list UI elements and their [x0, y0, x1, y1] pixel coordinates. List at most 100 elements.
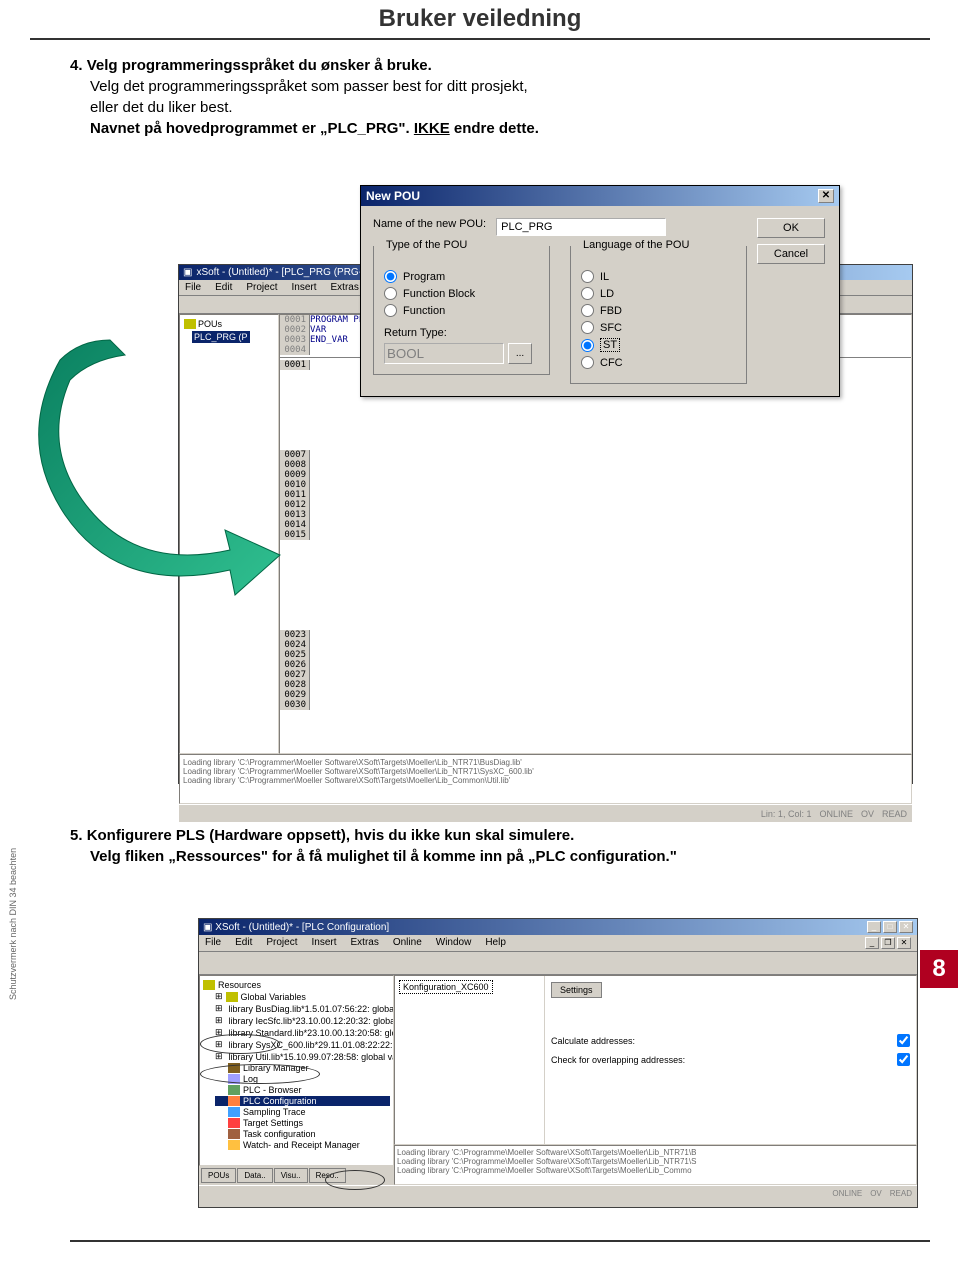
radio-fbd[interactable] [581, 304, 594, 317]
menu-project[interactable]: Project [246, 282, 277, 293]
step4-num: 4. [70, 57, 83, 74]
folder-icon [226, 992, 238, 1002]
calc-addresses-checkbox[interactable] [897, 1034, 910, 1047]
step4-line1: Velg det programmeringsspråket som passe… [90, 78, 528, 95]
step4-line3a: Navnet på hovedprogrammet er „PLC_PRG". [90, 120, 414, 137]
radio-sfc[interactable] [581, 321, 594, 334]
toolbar-btn[interactable] [286, 954, 304, 972]
radio-functionblock[interactable] [384, 287, 397, 300]
overlap-label: Check for overlapping addresses: [551, 1055, 685, 1065]
copyright-notice: Schutzvermerk nach DIN 34 beachten [8, 848, 18, 1000]
ide2-titlebar: ▣ XSoft - (Untitled)* - [PLC Configurati… [199, 919, 917, 935]
menu-extras[interactable]: Extras [331, 282, 359, 293]
ide2-log: Loading library 'C:\Programme\Moeller So… [394, 1145, 917, 1185]
ide2-status-bar: ONLINE OV READ [199, 1185, 917, 1200]
ide2-resource-tree[interactable]: Resources ⊞Global Variables ⊞library Bus… [199, 975, 394, 1166]
maximize-icon[interactable]: □ [883, 921, 897, 933]
config-root-node[interactable]: Konfiguration_XC600 [399, 980, 493, 994]
page-title: Bruker veiledning [0, 0, 960, 38]
log-icon [228, 1074, 240, 1084]
target-icon [228, 1118, 240, 1128]
toolbar-btn[interactable] [201, 954, 219, 972]
close-icon[interactable]: ✕ [899, 921, 913, 933]
step4-line2: eller det du liker best. [90, 99, 233, 116]
child-close-icon[interactable]: ✕ [897, 937, 911, 949]
ide2-toolbar[interactable] [199, 952, 917, 975]
radio-program[interactable] [384, 270, 397, 283]
menu2-insert[interactable]: Insert [311, 937, 336, 949]
return-type-browse-button: ... [508, 343, 532, 364]
menu-insert[interactable]: Insert [291, 282, 316, 293]
child-restore-icon[interactable]: ❐ [881, 937, 895, 949]
ide2-app-icon: ▣ [203, 922, 212, 933]
page-number-badge: 8 [920, 950, 958, 988]
menu2-window[interactable]: Window [436, 937, 472, 949]
toolbar-btn[interactable] [324, 954, 342, 972]
step5-text: 5. Konfigurere PLS (Hardware oppsett), h… [0, 810, 960, 872]
step5-line1: Velg fliken „Ressources" for å få muligh… [90, 848, 677, 865]
step4-line3c: endre dette. [454, 120, 539, 137]
toolbar-btn[interactable] [220, 954, 238, 972]
ide2-window: ▣ XSoft - (Untitled)* - [PLC Configurati… [198, 918, 918, 1208]
dialog-title-text: New POU [366, 189, 420, 203]
radio-ld[interactable] [581, 287, 594, 300]
ide2-config-panel: Konfiguration_XC600 Settings Calculate a… [394, 975, 917, 1145]
step4-line3b: IKKE [414, 120, 450, 137]
return-type-input [384, 343, 504, 364]
name-label: Name of the new POU: [373, 218, 486, 230]
toolbar-btn[interactable] [343, 954, 361, 972]
radio-st[interactable] [581, 339, 594, 352]
menu2-project[interactable]: Project [266, 937, 297, 949]
tab-resources[interactable]: Reso.. [309, 1168, 346, 1183]
return-type-label: Return Type: [384, 327, 539, 339]
calc-addresses-label: Calculate addresses: [551, 1036, 635, 1046]
menu2-file[interactable]: File [205, 937, 221, 949]
dialog-titlebar[interactable]: New POU ✕ [361, 186, 839, 206]
menu-file[interactable]: File [185, 282, 201, 293]
overlap-checkbox[interactable] [897, 1053, 910, 1066]
tab-visu[interactable]: Visu.. [274, 1168, 308, 1183]
plc-browser-icon [228, 1085, 240, 1095]
tab-pous[interactable]: POUs [201, 1168, 236, 1183]
toolbar-btn[interactable] [305, 954, 323, 972]
close-icon[interactable]: ✕ [818, 189, 834, 203]
step5-num: 5. [70, 827, 83, 844]
footer-rule [70, 1240, 930, 1242]
radio-il[interactable] [581, 270, 594, 283]
trace-icon [228, 1107, 240, 1117]
pou-name-input[interactable] [496, 218, 666, 236]
toolbar-btn[interactable] [371, 954, 389, 972]
settings-tab[interactable]: Settings [551, 982, 602, 998]
menu-edit[interactable]: Edit [215, 282, 232, 293]
ide1-app-icon: ▣ [183, 267, 192, 278]
tab-data[interactable]: Data.. [237, 1168, 272, 1183]
step4-title: Velg programmeringsspråket du ønsker å b… [87, 57, 432, 74]
ide2-menu[interactable]: File Edit Project Insert Extras Online W… [199, 935, 917, 952]
step5-title: Konfigurere PLS (Hardware oppsett), hvis… [87, 827, 575, 844]
minimize-icon[interactable]: _ [867, 921, 881, 933]
cancel-button[interactable]: Cancel [757, 244, 825, 264]
toolbar-btn[interactable] [390, 954, 408, 972]
toolbar-btn[interactable] [267, 954, 285, 972]
menu2-edit[interactable]: Edit [235, 937, 252, 949]
ide1-log: Loading library 'C:\Programmer\Moeller S… [179, 754, 912, 804]
ide2-bottom-tabs[interactable]: POUs Data.. Visu.. Reso.. [199, 1166, 394, 1185]
ok-button[interactable]: OK [757, 218, 825, 238]
new-pou-dialog: New POU ✕ Name of the new POU: Program F… [360, 185, 840, 397]
watch-icon [228, 1140, 240, 1150]
lang-fieldset: IL LD FBD SFC ST CFC [570, 246, 747, 384]
child-minimize-icon[interactable]: _ [865, 937, 879, 949]
tree-plc-configuration[interactable]: PLC Configuration [215, 1096, 390, 1106]
green-arrow-icon [30, 320, 290, 600]
radio-function[interactable] [384, 304, 397, 317]
menu2-extras[interactable]: Extras [351, 937, 379, 949]
menu2-help[interactable]: Help [485, 937, 506, 949]
folder-icon [203, 980, 215, 990]
task-icon [228, 1129, 240, 1139]
plc-config-icon [228, 1096, 240, 1106]
menu2-online[interactable]: Online [393, 937, 422, 949]
type-fieldset: Program Function Block Function Return T… [373, 246, 550, 375]
toolbar-btn[interactable] [239, 954, 257, 972]
radio-cfc[interactable] [581, 356, 594, 369]
book-icon [228, 1063, 240, 1073]
